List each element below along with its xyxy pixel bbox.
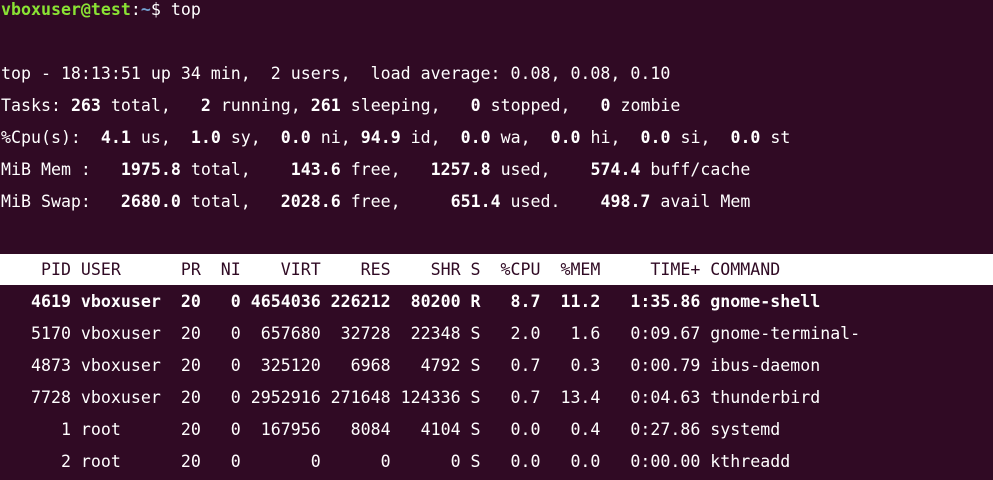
tasks-running-label: running, bbox=[210, 96, 311, 115]
mem-used: 1257.8 bbox=[430, 160, 491, 179]
swap-total-label: total, bbox=[180, 192, 281, 211]
prompt-path: ~ bbox=[140, 0, 151, 19]
swap-free: 2028.6 bbox=[280, 192, 341, 211]
swap-used-label: used. bbox=[500, 192, 601, 211]
cpu-sy-label: sy, bbox=[220, 128, 281, 147]
swap-label: MiB Swap: bbox=[1, 192, 121, 211]
prompt-separator: : bbox=[130, 0, 141, 19]
process-table-header: PID USER PR NI VIRT RES SHR S %CPU %MEM … bbox=[1, 260, 781, 279]
swap-avail-label: avail Mem bbox=[650, 192, 751, 211]
tasks-label: Tasks: bbox=[1, 96, 71, 115]
swap-avail: 498.7 bbox=[600, 192, 651, 211]
cpu-si-label: si, bbox=[670, 128, 731, 147]
cpu-st-label: st bbox=[760, 128, 791, 147]
summary-cpu-line: %Cpu(s): 4.1 us, 1.0 sy, 0.0 ni, 94.9 id… bbox=[1, 122, 790, 154]
summary-tasks-line: Tasks: 263 total, 2 running, 261 sleepin… bbox=[1, 90, 680, 122]
cpu-hi: 0.0 bbox=[550, 128, 581, 147]
summary-mem-line: MiB Mem : 1975.8 total, 143.6 free, 1257… bbox=[1, 154, 750, 186]
mem-used-label: used, bbox=[490, 160, 591, 179]
tasks-stopped: 0 bbox=[470, 96, 481, 115]
cpu-wa-label: wa, bbox=[490, 128, 551, 147]
cpu-id: 94.9 bbox=[360, 128, 401, 147]
tasks-running: 2 bbox=[200, 96, 211, 115]
mem-total: 1975.8 bbox=[120, 160, 181, 179]
mem-total-label: total, bbox=[180, 160, 291, 179]
cpu-id-label: id, bbox=[400, 128, 461, 147]
cpu-hi-label: hi, bbox=[580, 128, 641, 147]
tasks-sleeping: 261 bbox=[310, 96, 341, 115]
cpu-si: 0.0 bbox=[640, 128, 671, 147]
mem-free: 143.6 bbox=[290, 160, 341, 179]
swap-used: 651.4 bbox=[450, 192, 501, 211]
shell-prompt-line: vboxuser@test:~$ top bbox=[1, 0, 201, 26]
tasks-zombie-label: zombie bbox=[610, 96, 681, 115]
process-row: 7728 vboxuser 20 0 2952916 271648 124336… bbox=[1, 388, 821, 407]
process-row: 2 root 20 0 0 0 0 S 0.0 0.0 0:00.00 kthr… bbox=[1, 452, 791, 471]
mem-free-label: free, bbox=[340, 160, 431, 179]
tasks-zombie: 0 bbox=[600, 96, 611, 115]
mem-buff: 574.4 bbox=[590, 160, 641, 179]
process-row: 5170 vboxuser 20 0 657680 32728 22348 S … bbox=[1, 324, 861, 343]
cpu-ni: 0.0 bbox=[280, 128, 311, 147]
swap-total: 2680.0 bbox=[120, 192, 181, 211]
cpu-ni-label: ni, bbox=[310, 128, 361, 147]
tasks-sleeping-label: sleeping, bbox=[340, 96, 471, 115]
cpu-us: 4.1 bbox=[100, 128, 131, 147]
swap-free-label: free, bbox=[340, 192, 451, 211]
cpu-st: 0.0 bbox=[730, 128, 761, 147]
cpu-label: %Cpu(s): bbox=[1, 128, 101, 147]
cpu-us-label: us, bbox=[130, 128, 191, 147]
prompt-user-host: vboxuser@test bbox=[1, 0, 131, 19]
mem-buff-label: buff/cache bbox=[640, 160, 751, 179]
process-row: 4873 vboxuser 20 0 325120 6968 4792 S 0.… bbox=[1, 356, 821, 375]
process-row: 4619 vboxuser 20 0 4654036 226212 80200 … bbox=[1, 292, 821, 311]
tasks-stopped-label: stopped, bbox=[480, 96, 601, 115]
cpu-wa: 0.0 bbox=[460, 128, 491, 147]
process-row: 1 root 20 0 167956 8084 4104 S 0.0 0.4 0… bbox=[1, 420, 781, 439]
tasks-total-label: total, bbox=[100, 96, 201, 115]
terminal-window[interactable]: vboxuser@test:~$ top top - 18:13:51 up 3… bbox=[0, 0, 993, 480]
prompt-command: top bbox=[170, 0, 201, 19]
prompt-symbol: $ bbox=[150, 0, 161, 19]
tasks-total: 263 bbox=[70, 96, 101, 115]
summary-uptime-line: top - 18:13:51 up 34 min, 2 users, load … bbox=[1, 64, 671, 83]
summary-swap-line: MiB Swap: 2680.0 total, 2028.6 free, 651… bbox=[1, 186, 750, 218]
mem-label: MiB Mem : bbox=[1, 160, 121, 179]
cpu-sy: 1.0 bbox=[190, 128, 221, 147]
